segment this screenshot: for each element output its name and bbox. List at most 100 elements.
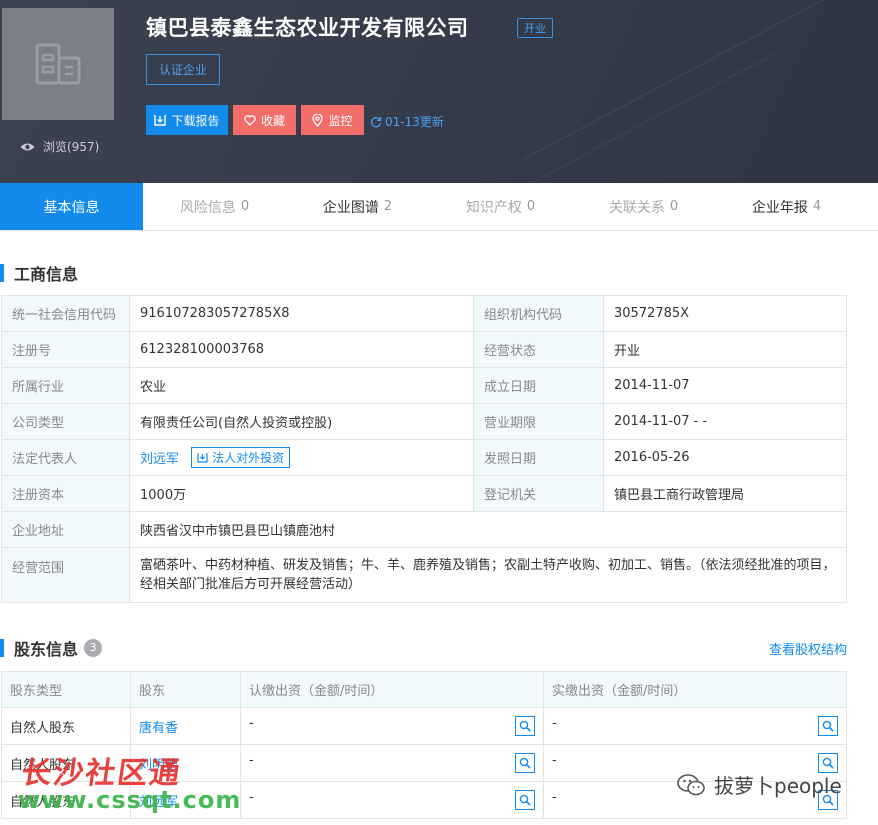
table-row: 法定代表人 刘远军 法人对外投资 发照日期 2016-05-26 xyxy=(1,439,847,476)
authority-value: 镇巴县工商行政管理局 xyxy=(603,475,847,512)
field-label: 登记机关 xyxy=(473,475,604,512)
column-header: 实缴出资（金额/时间） xyxy=(543,671,847,708)
scope-value: 富硒茶叶、中药材种植、研发及销售；牛、羊、鹿养殖及销售；农副土特产收购、初加工、… xyxy=(129,547,847,603)
field-label: 营业期限 xyxy=(473,403,604,440)
capital-value: 1000万 xyxy=(129,475,474,512)
tab-risk-info[interactable]: 风险信息 0 xyxy=(143,183,286,230)
subscribed-value: - xyxy=(249,790,254,805)
table-row: 企业地址 陕西省汉中市镇巴县巴山镇鹿池村 xyxy=(1,511,847,548)
update-text: 01-13更新 xyxy=(385,115,444,129)
status-badge: 开业 xyxy=(517,18,553,38)
search-icon[interactable] xyxy=(515,716,535,736)
company-logo-placeholder xyxy=(2,8,114,120)
main-tabs: 基本信息 风险信息 0 企业图谱 2 知识产权 0 关联关系 0 企业年报 4 xyxy=(0,183,878,231)
location-pin-icon xyxy=(312,113,324,127)
tab-relations[interactable]: 关联关系 0 xyxy=(572,183,715,230)
issue-date-value: 2016-05-26 xyxy=(603,439,847,476)
legal-rep-cell: 刘远军 法人对外投资 xyxy=(129,439,474,476)
search-icon[interactable] xyxy=(515,753,535,773)
field-label: 企业地址 xyxy=(1,511,130,548)
subscribed-value: - xyxy=(249,753,254,768)
credit-code-value: 9161072830572785X8 xyxy=(129,295,474,332)
tab-count: 4 xyxy=(812,199,822,214)
download-report-button[interactable]: 下载报告 xyxy=(146,105,228,135)
tab-label: 风险信息 xyxy=(179,199,236,216)
field-label: 法定代表人 xyxy=(1,439,130,476)
refresh-icon xyxy=(370,116,382,127)
favorite-label: 收藏 xyxy=(260,113,285,128)
header-decoration xyxy=(515,49,781,183)
field-label: 经营范围 xyxy=(1,547,130,603)
tab-enterprise-graph[interactable]: 企业图谱 2 xyxy=(286,183,429,230)
watermark-site-url: www.cssqt.com xyxy=(18,786,242,814)
term-value: 2014-11-07 - - xyxy=(603,403,847,440)
shareholder-count-badge: 3 xyxy=(84,639,103,657)
favorite-button[interactable]: 收藏 xyxy=(233,105,296,135)
table-header-row: 股东类型 股东 认缴出资（金额/时间） 实缴出资（金额/时间） xyxy=(1,671,847,708)
heart-icon xyxy=(244,114,256,126)
watermark-wechat-text: 拔萝卜people xyxy=(714,774,842,798)
table-row: 统一社会信用代码 9161072830572785X8 组织机构代码 30572… xyxy=(1,295,847,332)
certified-badge[interactable]: 认证企业 xyxy=(146,54,221,85)
tab-label: 企业年报 xyxy=(751,199,808,216)
field-label: 注册资本 xyxy=(1,475,130,512)
export-icon xyxy=(197,453,208,463)
shareholder-type: 自然人股东 xyxy=(1,707,131,745)
watermark-wechat: 拔萝卜people xyxy=(676,770,842,799)
legal-rep-link[interactable]: 刘远军 xyxy=(140,452,179,467)
subscribed-cell: - xyxy=(240,744,544,782)
tab-count: 0 xyxy=(526,199,536,214)
view-count-text: 浏览(957) xyxy=(43,140,100,154)
business-info-table: 统一社会信用代码 9161072830572785X8 组织机构代码 30572… xyxy=(1,295,847,603)
table-row: 注册号 612328100003768 经营状态 开业 xyxy=(1,331,847,368)
section-accent-bar xyxy=(0,639,4,657)
section-title-shareholders: 股东信息 3 xyxy=(0,636,103,660)
view-equity-structure-link[interactable]: 查看股权结构 xyxy=(769,639,847,658)
tab-annual-report[interactable]: 企业年报 4 xyxy=(715,183,858,230)
tab-intellectual-property[interactable]: 知识产权 0 xyxy=(429,183,572,230)
field-label: 公司类型 xyxy=(1,403,130,440)
paid-value: - xyxy=(552,790,557,805)
tab-count: 0 xyxy=(669,199,679,214)
tab-label: 基本信息 xyxy=(43,199,100,216)
section-title-business: 工商信息 xyxy=(0,261,78,285)
reg-no-value: 612328100003768 xyxy=(129,331,474,368)
company-header: 浏览(957) 镇巴县泰鑫生态农业开发有限公司 开业 认证企业 下载报告 收藏 … xyxy=(0,0,878,183)
tab-count: 2 xyxy=(383,199,393,214)
tab-label: 知识产权 xyxy=(465,199,522,216)
field-label: 组织机构代码 xyxy=(473,295,604,332)
shareholder-name-link[interactable]: 唐有香 xyxy=(139,721,178,736)
download-icon xyxy=(154,115,167,126)
address-value: 陕西省汉中市镇巴县巴山镇鹿池村 xyxy=(129,511,847,548)
est-date-value: 2014-11-07 xyxy=(603,367,847,404)
table-row: 所属行业 农业 成立日期 2014-11-07 xyxy=(1,367,847,404)
op-status-value: 开业 xyxy=(603,331,847,368)
wechat-icon xyxy=(677,773,705,795)
subscribed-cell: - xyxy=(240,781,544,819)
column-header: 认缴出资（金额/时间） xyxy=(240,671,544,708)
field-label: 发照日期 xyxy=(473,439,604,476)
column-header: 股东 xyxy=(130,671,241,708)
section-title-text: 股东信息 xyxy=(14,640,79,659)
field-label: 所属行业 xyxy=(1,367,130,404)
paid-value: - xyxy=(552,753,557,768)
monitor-label: 监控 xyxy=(328,113,353,128)
search-icon[interactable] xyxy=(818,716,838,736)
update-refresh[interactable]: 01-13更新 xyxy=(370,113,444,130)
table-row: 公司类型 有限责任公司(自然人投资或控股) 营业期限 2014-11-07 - … xyxy=(1,403,847,440)
tab-label: 企业图谱 xyxy=(322,199,379,216)
search-icon[interactable] xyxy=(515,790,535,810)
legal-invest-button[interactable]: 法人对外投资 xyxy=(191,447,291,468)
field-label: 统一社会信用代码 xyxy=(1,295,130,332)
table-row: 自然人股东 唐有香 - - xyxy=(1,707,847,745)
industry-value: 农业 xyxy=(129,367,474,404)
column-header: 股东类型 xyxy=(1,671,131,708)
monitor-button[interactable]: 监控 xyxy=(301,105,364,135)
header-decoration xyxy=(522,0,878,161)
shareholder-name-cell: 唐有香 xyxy=(130,707,241,745)
building-icon xyxy=(35,43,81,85)
download-report-label: 下载报告 xyxy=(171,113,220,128)
field-label: 注册号 xyxy=(1,331,130,368)
table-row: 经营范围 富硒茶叶、中药材种植、研发及销售；牛、羊、鹿养殖及销售；农副土特产收购… xyxy=(1,547,847,603)
tab-basic-info[interactable]: 基本信息 xyxy=(0,183,143,230)
